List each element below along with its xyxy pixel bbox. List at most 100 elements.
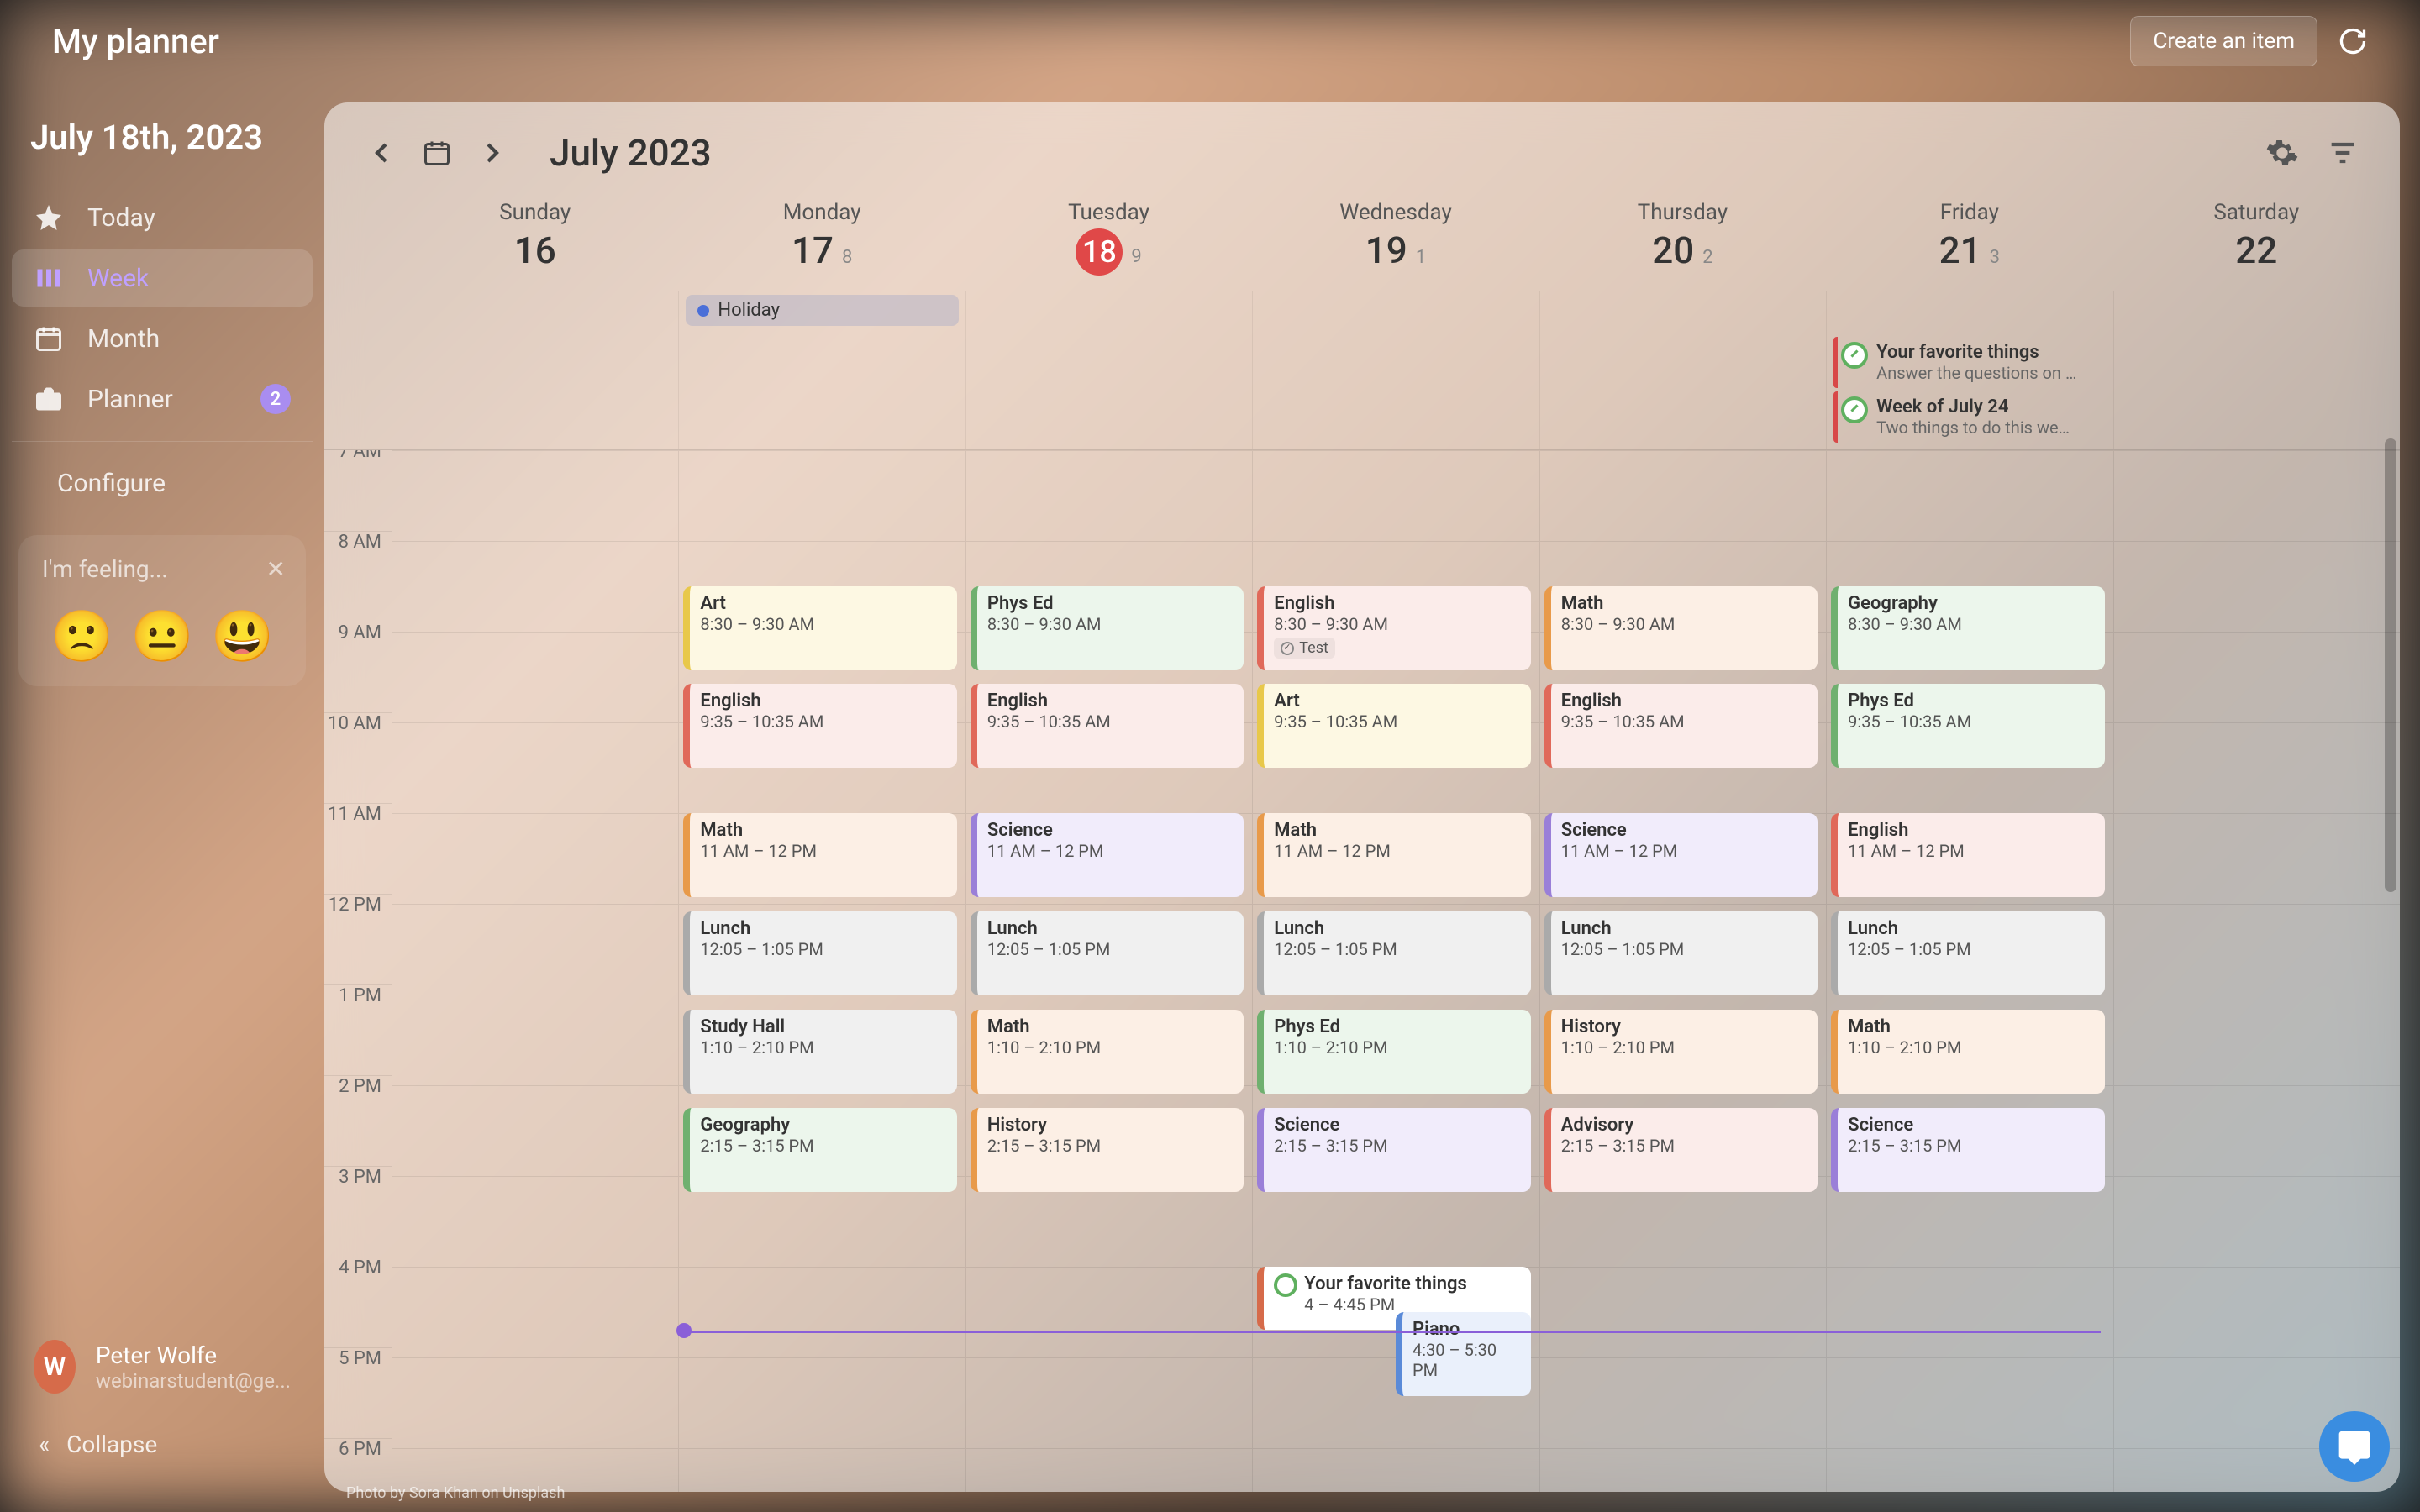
- create-item-button[interactable]: Create an item: [2130, 16, 2317, 66]
- calendar-event[interactable]: English11 AM – 12 PM: [1831, 813, 2104, 897]
- calendar-event[interactable]: Geography2:15 – 3:15 PM: [683, 1108, 956, 1192]
- scrollbar[interactable]: [2385, 287, 2396, 1475]
- calendar-event[interactable]: English9:35 – 10:35 AM: [1544, 684, 1818, 768]
- grid-cell[interactable]: [392, 813, 678, 904]
- grid-cell[interactable]: [678, 450, 965, 541]
- calendar-event[interactable]: Science2:15 – 3:15 PM: [1257, 1108, 1530, 1192]
- close-icon[interactable]: ✕: [266, 555, 286, 583]
- grid-cell[interactable]: [392, 995, 678, 1085]
- calendar-event[interactable]: History1:10 – 2:10 PM: [1544, 1010, 1818, 1094]
- grid-cell[interactable]: [1539, 1357, 1826, 1448]
- calendar-event[interactable]: English9:35 – 10:35 AM: [971, 684, 1244, 768]
- grid-cell[interactable]: [392, 1085, 678, 1176]
- calendar-event[interactable]: Study Hall1:10 – 2:10 PM: [683, 1010, 956, 1094]
- collapse-button[interactable]: « Collapse: [24, 1414, 301, 1475]
- grid-cell[interactable]: [1826, 450, 2112, 541]
- next-week-button[interactable]: [476, 136, 509, 170]
- emoji-neutral[interactable]: 😐: [131, 606, 194, 666]
- notice-item[interactable]: Your favorite thingsAnswer the questions…: [1833, 337, 2106, 388]
- chat-button[interactable]: [2319, 1411, 2390, 1482]
- grid-cell[interactable]: [392, 1267, 678, 1357]
- calendar-grid[interactable]: 7 AM8 AM9 AM10 AM11 AM12 PM1 PM2 PM3 PM4…: [324, 450, 2400, 1492]
- day-header-sat[interactable]: Saturday22: [2113, 192, 2400, 291]
- grid-cell[interactable]: [1539, 1448, 1826, 1492]
- date-picker-icon[interactable]: [422, 138, 452, 168]
- grid-cell[interactable]: [678, 1267, 965, 1357]
- grid-cell[interactable]: [392, 450, 678, 541]
- calendar-event[interactable]: Phys Ed1:10 – 2:10 PM: [1257, 1010, 1530, 1094]
- calendar-event[interactable]: Lunch12:05 – 1:05 PM: [683, 911, 956, 995]
- day-header-wed[interactable]: Wednesday191: [1252, 192, 1539, 291]
- calendar-event[interactable]: Phys Ed9:35 – 10:35 AM: [1831, 684, 2104, 768]
- calendar-event[interactable]: Piano4:30 – 5:30 PM: [1396, 1312, 1531, 1396]
- day-header-tue[interactable]: Tuesday189: [965, 192, 1252, 291]
- calendar-event[interactable]: Math11 AM – 12 PM: [1257, 813, 1530, 897]
- grid-cell[interactable]: [392, 722, 678, 813]
- emoji-sad[interactable]: 🙁: [50, 606, 113, 666]
- nav-month[interactable]: Month: [12, 310, 313, 367]
- calendar-event[interactable]: Advisory2:15 – 3:15 PM: [1544, 1108, 1818, 1192]
- grid-cell[interactable]: [392, 541, 678, 632]
- grid-cell[interactable]: [1252, 450, 1539, 541]
- calendar-event[interactable]: Geography8:30 – 9:30 AM: [1831, 586, 2104, 670]
- calendar-event[interactable]: Math8:30 – 9:30 AM: [1544, 586, 1818, 670]
- grid-cell[interactable]: [2113, 632, 2400, 722]
- grid-cell[interactable]: [2113, 995, 2400, 1085]
- grid-cell[interactable]: [2113, 541, 2400, 632]
- calendar-event[interactable]: Lunch12:05 – 1:05 PM: [971, 911, 1244, 995]
- grid-cell[interactable]: [1826, 1448, 2112, 1492]
- nav-planner[interactable]: Planner 2: [12, 370, 313, 428]
- day-header-sun[interactable]: Sunday16: [392, 192, 678, 291]
- grid-cell[interactable]: [392, 1176, 678, 1267]
- grid-cell[interactable]: [392, 1357, 678, 1448]
- prev-week-button[interactable]: [365, 136, 398, 170]
- day-header-mon[interactable]: Monday178: [678, 192, 965, 291]
- calendar-event[interactable]: Lunch12:05 – 1:05 PM: [1831, 911, 2104, 995]
- calendar-event[interactable]: English9:35 – 10:35 AM: [683, 684, 956, 768]
- grid-cell[interactable]: [965, 1357, 1252, 1448]
- grid-cell[interactable]: [678, 1448, 965, 1492]
- grid-cell[interactable]: [1539, 450, 1826, 541]
- calendar-event[interactable]: English8:30 – 9:30 AMTest: [1257, 586, 1530, 670]
- calendar-event[interactable]: Math1:10 – 2:10 PM: [1831, 1010, 2104, 1094]
- day-header-thu[interactable]: Thursday202: [1539, 192, 1826, 291]
- refresh-icon[interactable]: [2338, 26, 2368, 56]
- grid-cell[interactable]: [965, 450, 1252, 541]
- grid-cell[interactable]: [2113, 1176, 2400, 1267]
- grid-cell[interactable]: [392, 632, 678, 722]
- calendar-event[interactable]: Math1:10 – 2:10 PM: [971, 1010, 1244, 1094]
- grid-cell[interactable]: [2113, 904, 2400, 995]
- grid-cell[interactable]: [2113, 1267, 2400, 1357]
- calendar-event[interactable]: Science2:15 – 3:15 PM: [1831, 1108, 2104, 1192]
- calendar-event[interactable]: Science11 AM – 12 PM: [1544, 813, 1818, 897]
- emoji-happy[interactable]: 😃: [211, 606, 274, 666]
- calendar-event[interactable]: Phys Ed8:30 – 9:30 AM: [971, 586, 1244, 670]
- nav-week[interactable]: Week: [12, 249, 313, 307]
- calendar-event[interactable]: Art9:35 – 10:35 AM: [1257, 684, 1530, 768]
- allday-event[interactable]: Holiday: [686, 295, 958, 326]
- filter-icon[interactable]: [2326, 136, 2360, 170]
- grid-cell[interactable]: [965, 1448, 1252, 1492]
- nav-today[interactable]: Today: [12, 189, 313, 246]
- grid-cell[interactable]: [1826, 1267, 2112, 1357]
- grid-cell[interactable]: [1826, 1357, 2112, 1448]
- notice-item[interactable]: Week of July 24Two things to do this wee…: [1833, 391, 2106, 443]
- grid-cell[interactable]: [392, 904, 678, 995]
- calendar-event[interactable]: Science11 AM – 12 PM: [971, 813, 1244, 897]
- nav-configure[interactable]: Configure: [12, 455, 313, 512]
- grid-cell[interactable]: [2113, 450, 2400, 541]
- grid-cell[interactable]: [2113, 813, 2400, 904]
- grid-cell[interactable]: [965, 1267, 1252, 1357]
- settings-icon[interactable]: [2265, 136, 2299, 170]
- calendar-event[interactable]: History2:15 – 3:15 PM: [971, 1108, 1244, 1192]
- calendar-event[interactable]: Lunch12:05 – 1:05 PM: [1544, 911, 1818, 995]
- grid-cell[interactable]: [1252, 1448, 1539, 1492]
- calendar-event[interactable]: Math11 AM – 12 PM: [683, 813, 956, 897]
- grid-cell[interactable]: [678, 1357, 965, 1448]
- calendar-event[interactable]: Lunch12:05 – 1:05 PM: [1257, 911, 1530, 995]
- grid-cell[interactable]: [2113, 1085, 2400, 1176]
- calendar-event[interactable]: Art8:30 – 9:30 AM: [683, 586, 956, 670]
- grid-cell[interactable]: [1539, 1267, 1826, 1357]
- grid-cell[interactable]: [2113, 722, 2400, 813]
- user-profile[interactable]: W Peter Wolfe webinarstudent@ge...: [24, 1330, 301, 1404]
